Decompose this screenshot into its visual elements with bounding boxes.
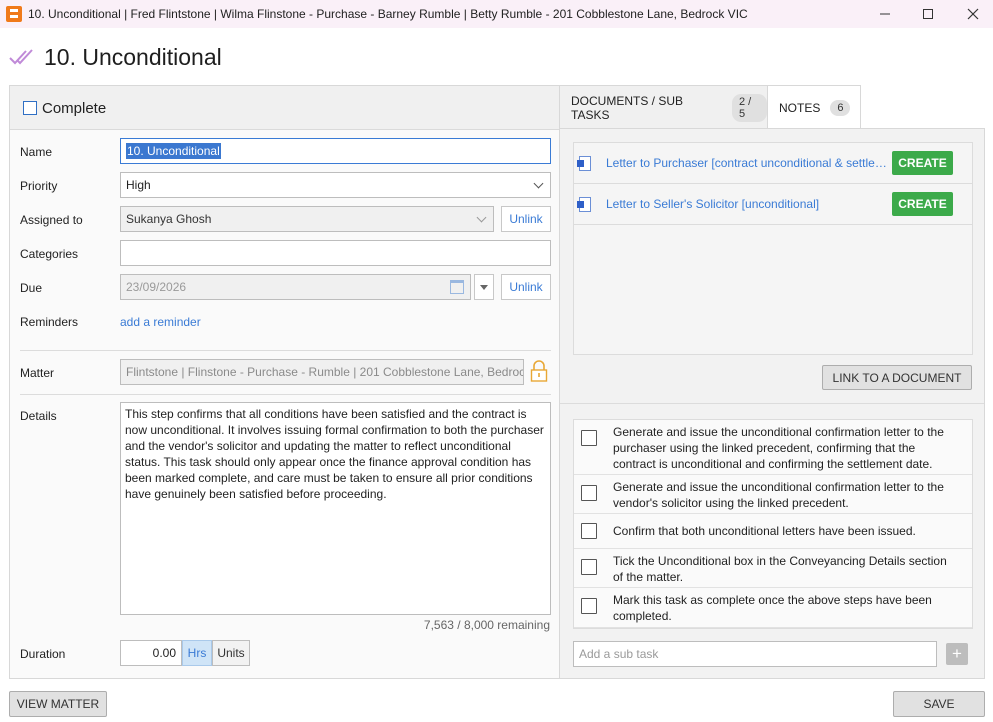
- view-matter-button[interactable]: VIEW MATTER: [9, 691, 107, 717]
- divider: [560, 403, 984, 404]
- tab-notes-label: NOTES: [779, 100, 821, 115]
- assigned-value: Sukanya Ghosh: [126, 212, 212, 226]
- page-title: 10. Unconditional: [44, 44, 222, 70]
- subtask-checkbox[interactable]: [581, 430, 597, 446]
- subtask-row: Tick the Unconditional box in the Convey…: [574, 549, 972, 588]
- assigned-select[interactable]: Sukanya Ghosh: [120, 206, 494, 232]
- plus-icon: +: [952, 644, 962, 663]
- matter-input: Flintstone | Flinstone - Purchase - Rumb…: [120, 359, 524, 385]
- name-input[interactable]: 10. Unconditional: [120, 138, 551, 164]
- duration-input[interactable]: 0.00: [120, 640, 182, 666]
- due-dropdown-button[interactable]: [474, 274, 494, 300]
- divider: [20, 350, 551, 351]
- create-document-button[interactable]: CREATE: [892, 192, 953, 216]
- subtask-list: Generate and issue the unconditional con…: [573, 419, 973, 629]
- add-subtask-input[interactable]: Add a sub task: [573, 641, 937, 667]
- tab-notes-badge: 6: [830, 99, 851, 116]
- complete-label: Complete: [42, 100, 107, 117]
- chevron-down-icon: [476, 212, 487, 223]
- add-reminder-link[interactable]: add a reminder: [120, 315, 201, 329]
- subtask-row: Generate and issue the unconditional con…: [574, 475, 972, 514]
- title-bar: 10. Unconditional | Fred Flintstone | Wi…: [0, 0, 993, 28]
- duration-label: Duration: [20, 647, 66, 661]
- tab-documents-subtasks[interactable]: DOCUMENTS / SUB TASKS 2 / 5: [559, 85, 768, 129]
- subtask-row: Confirm that both unconditional letters …: [574, 514, 972, 549]
- assigned-label: Assigned to: [20, 213, 83, 227]
- due-unlink-button[interactable]: Unlink: [501, 274, 551, 300]
- due-label: Due: [20, 281, 43, 295]
- due-date-input[interactable]: 23/09/2026: [120, 274, 471, 300]
- subtask-checkbox[interactable]: [581, 559, 597, 575]
- complete-bar: Complete: [10, 86, 559, 130]
- hrs-toggle[interactable]: Hrs: [182, 640, 212, 666]
- details-remaining-count: 7,563 / 8,000 remaining: [423, 618, 550, 632]
- tab-documents-label: DOCUMENTS / SUB TASKS: [571, 93, 684, 122]
- document-row: Letter to Seller's Solicitor [unconditio…: [574, 184, 972, 225]
- divider: [20, 394, 551, 395]
- subtask-text: Generate and issue the unconditional con…: [613, 425, 944, 471]
- word-document-icon: [577, 197, 591, 212]
- matter-label: Matter: [20, 366, 55, 380]
- due-date-value: 23/09/2026: [126, 280, 187, 294]
- details-text: This step confirms that all conditions h…: [125, 407, 544, 501]
- categories-input[interactable]: [120, 240, 551, 266]
- subtask-checkbox[interactable]: [581, 485, 597, 501]
- task-details-panel: Complete Name 10. Unconditional Priority…: [9, 85, 560, 679]
- tab-documents-badge: 2 / 5: [731, 93, 767, 122]
- subtask-text: Tick the Unconditional box in the Convey…: [613, 554, 947, 584]
- subtask-checkbox[interactable]: [581, 598, 597, 614]
- subtask-text: Mark this task as complete once the abov…: [613, 593, 932, 623]
- subtask-text: Confirm that both unconditional letters …: [613, 524, 916, 538]
- link-to-document-button[interactable]: LINK TO A DOCUMENT: [822, 365, 972, 390]
- name-input-value: 10. Unconditional: [126, 143, 221, 159]
- task-form: Name 10. Unconditional Priority High Ass…: [10, 130, 559, 678]
- app-logo-icon: [6, 6, 22, 22]
- add-subtask-button[interactable]: +: [946, 643, 968, 665]
- document-list: Letter to Purchaser [contract unconditio…: [573, 142, 973, 355]
- units-toggle[interactable]: Units: [212, 640, 250, 666]
- window-title: 10. Unconditional | Fred Flintstone | Wi…: [28, 7, 748, 21]
- document-link[interactable]: Letter to Purchaser [contract unconditio…: [606, 156, 888, 170]
- priority-label: Priority: [20, 179, 58, 193]
- priority-value: High: [126, 178, 151, 192]
- assigned-unlink-button[interactable]: Unlink: [501, 206, 551, 232]
- word-document-icon: [577, 156, 591, 171]
- document-row: Letter to Purchaser [contract unconditio…: [574, 143, 972, 184]
- maximize-icon[interactable]: [905, 0, 951, 28]
- subtask-row: Generate and issue the unconditional con…: [574, 420, 972, 475]
- chevron-down-icon: [533, 178, 544, 189]
- save-button[interactable]: SAVE: [893, 691, 985, 717]
- complete-checkbox[interactable]: [23, 101, 37, 115]
- lock-icon[interactable]: [530, 360, 548, 382]
- double-check-icon: [8, 46, 34, 68]
- categories-label: Categories: [20, 247, 79, 261]
- details-label: Details: [20, 409, 57, 423]
- reminders-label: Reminders: [20, 315, 79, 329]
- calendar-icon[interactable]: [450, 280, 464, 294]
- minimize-icon[interactable]: [862, 0, 908, 28]
- duration-value: 0.00: [152, 646, 176, 660]
- subtask-row: Mark this task as complete once the abov…: [574, 588, 972, 628]
- create-document-button[interactable]: CREATE: [892, 151, 953, 175]
- details-textarea[interactable]: This step confirms that all conditions h…: [120, 402, 551, 615]
- priority-select[interactable]: High: [120, 172, 551, 198]
- name-label: Name: [20, 145, 53, 159]
- add-subtask-placeholder: Add a sub task: [579, 647, 659, 661]
- close-icon[interactable]: [950, 0, 993, 28]
- subtask-checkbox[interactable]: [581, 523, 597, 539]
- matter-value: Flintstone | Flinstone - Purchase - Rumb…: [126, 365, 524, 379]
- subtask-text: Generate and issue the unconditional con…: [613, 480, 944, 510]
- document-link[interactable]: Letter to Seller's Solicitor [unconditio…: [606, 197, 888, 211]
- documents-subtasks-panel: Letter to Purchaser [contract unconditio…: [559, 128, 985, 679]
- tab-notes[interactable]: NOTES 6: [767, 85, 861, 129]
